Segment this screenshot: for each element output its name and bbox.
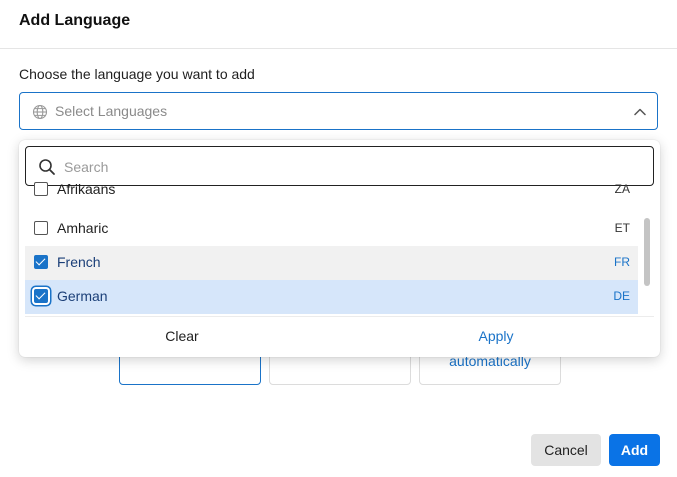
option-afrikaans[interactable]: Afrikaans ZA [25,178,638,212]
language-dropdown: Afrikaans ZA Amharic ET French FR German… [19,140,660,357]
language-field-label: Choose the language you want to add [19,66,255,82]
search-input[interactable] [62,155,626,179]
add-button[interactable]: Add [609,434,660,466]
clear-button[interactable]: Clear [25,318,339,354]
dialog-title: Add Language [19,12,131,29]
option-amharic[interactable]: Amharic ET [25,212,638,246]
checkbox-amharic[interactable] [34,221,48,235]
checkbox-german[interactable] [34,289,48,303]
option-german[interactable]: German DE [25,280,638,314]
option-code: ET [614,221,630,235]
language-select[interactable]: Select Languages [19,92,658,130]
option-label: German [57,288,108,304]
option-code: ZA [614,182,630,196]
apply-button[interactable]: Apply [339,318,653,354]
option-label: Afrikaans [57,181,116,197]
select-placeholder: Select Languages [55,103,168,119]
option-code: FR [614,255,630,269]
dropdown-footer-divider [25,316,654,317]
option-code: DE [613,289,630,303]
language-option-list: Afrikaans ZA Amharic ET French FR German… [25,178,654,315]
option-french[interactable]: French FR [25,246,638,280]
globe-icon [32,104,48,120]
checkbox-afrikaans[interactable] [34,182,48,196]
scrollbar-thumb[interactable] [644,218,650,286]
scrollbar[interactable] [642,186,652,316]
cancel-button[interactable]: Cancel [531,434,601,466]
search-icon [39,159,55,175]
chevron-up-icon[interactable] [633,105,647,119]
title-divider [0,48,677,49]
option-label: French [57,254,101,270]
option-label: Amharic [57,220,109,236]
checkbox-french[interactable] [34,255,48,269]
